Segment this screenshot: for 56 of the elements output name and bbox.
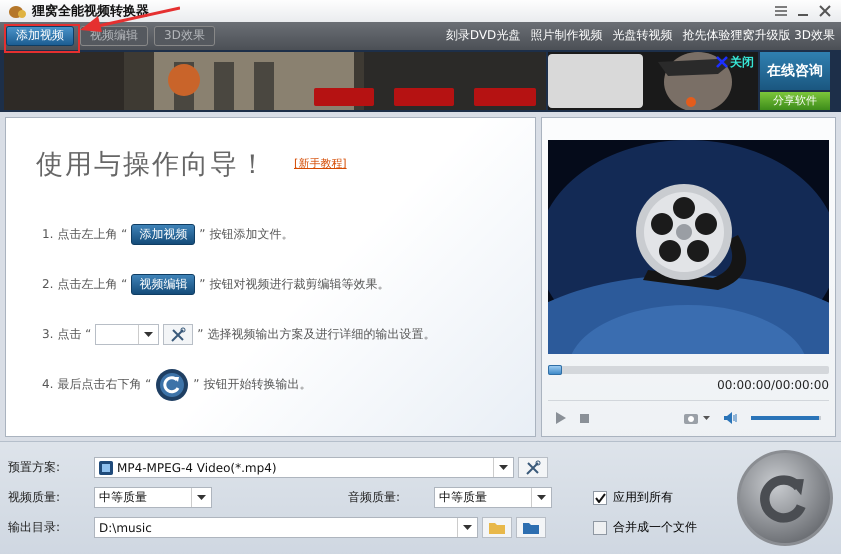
caret-icon bbox=[463, 525, 472, 530]
toolbar-button[interactable]: 添加视频 bbox=[6, 26, 74, 46]
preset-dropdown[interactable]: MP4-MPEG-4 Video(*.mp4) bbox=[94, 457, 514, 478]
close-button[interactable] bbox=[817, 2, 833, 19]
step-text: 2. 点击左上角 “ bbox=[42, 276, 128, 294]
field-label: 输出目录: bbox=[8, 519, 62, 536]
caret-icon bbox=[537, 495, 546, 500]
step-text: ” 按钮添加文件。 bbox=[199, 226, 294, 244]
folder-icon bbox=[489, 522, 505, 534]
checkbox[interactable] bbox=[593, 520, 607, 535]
checkbox[interactable] bbox=[593, 490, 607, 505]
play-button[interactable] bbox=[556, 412, 566, 424]
step-text: ” 按钮对视频进行裁剪编辑等效果。 bbox=[199, 276, 390, 294]
sample-button[interactable]: 视频编辑 bbox=[131, 274, 196, 296]
toolbar-link[interactable]: 刻录DVD光盘 bbox=[446, 27, 520, 44]
stop-button[interactable] bbox=[580, 414, 589, 423]
volume-slider[interactable] bbox=[751, 416, 821, 420]
caret-icon bbox=[144, 332, 154, 338]
field-label: 视频质量: bbox=[8, 489, 62, 506]
tools-icon bbox=[525, 460, 541, 476]
guide-title: 使用与操作向导！ bbox=[36, 148, 268, 182]
tools-icon bbox=[170, 326, 186, 343]
toolbar-link[interactable]: 抢先体验狸窝升级版 3D效果 bbox=[682, 27, 835, 44]
seek-handle[interactable] bbox=[548, 364, 562, 375]
caret-icon bbox=[499, 465, 508, 470]
minimize-icon bbox=[798, 14, 808, 16]
output-folder-dropdown[interactable]: D:\music bbox=[94, 517, 478, 538]
convert-icon bbox=[155, 368, 190, 402]
step-text: ” 按钮开始转换输出。 bbox=[193, 376, 312, 394]
step-text: ” 选择视频输出方案及进行详细的输出设置。 bbox=[197, 326, 436, 344]
close-ad-link[interactable]: 关闭 bbox=[716, 54, 754, 71]
audio-quality-dropdown[interactable]: 中等质量 bbox=[434, 487, 552, 508]
snapshot-button[interactable] bbox=[684, 412, 710, 424]
close-icon bbox=[716, 56, 728, 68]
checkbox-label: 合并成一个文件 bbox=[613, 519, 697, 536]
seek-track[interactable] bbox=[548, 366, 829, 374]
step-text: 3. 点击 “ bbox=[42, 326, 92, 344]
step-text: 4. 最后点击右下角 “ bbox=[42, 376, 152, 394]
field-label: 预置方案: bbox=[8, 459, 62, 476]
toolbar-link[interactable]: 照片制作视频 bbox=[530, 27, 602, 44]
consult-button[interactable]: 在线咨询 bbox=[760, 52, 830, 90]
settings-button[interactable] bbox=[518, 457, 548, 478]
sample-button[interactable]: 添加视频 bbox=[131, 224, 196, 246]
toolbar-link[interactable]: 光盘转视频 bbox=[612, 27, 672, 44]
checkbox-label: 应用到所有 bbox=[613, 489, 673, 506]
field-label: 音频质量: bbox=[348, 489, 402, 506]
volume-icon bbox=[724, 412, 737, 424]
time-readout: 00:00:00/00:00:00 bbox=[717, 378, 829, 392]
open-folder-button[interactable] bbox=[516, 517, 546, 538]
video-quality-dropdown[interactable]: 中等质量 bbox=[94, 487, 212, 508]
folder-icon bbox=[523, 522, 539, 534]
step-text: 1. 点击左上角 “ bbox=[42, 226, 128, 244]
sample-tools-button[interactable] bbox=[163, 324, 194, 346]
caret-icon bbox=[197, 495, 206, 500]
tutorial-link[interactable]: [新手教程] bbox=[294, 156, 347, 172]
film-icon bbox=[99, 460, 113, 475]
